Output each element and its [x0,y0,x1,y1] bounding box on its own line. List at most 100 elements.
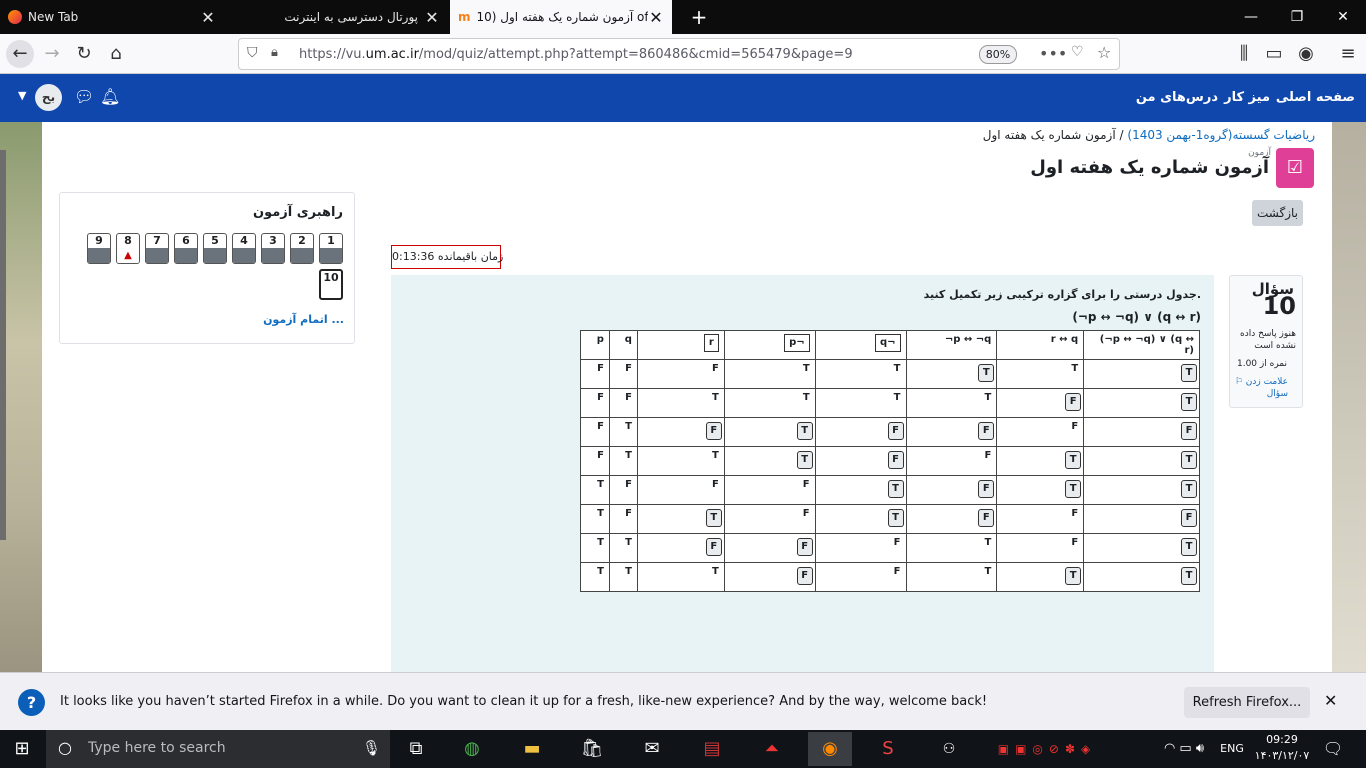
minimize-icon[interactable]: — [1228,0,1274,34]
nav-dashboard[interactable]: میز کار [1224,90,1270,105]
system-tray-icons[interactable]: ◠ ▭ 🔊︎ [1144,732,1224,766]
dropped-answer[interactable]: F [887,451,904,469]
truth-table-drop-cell[interactable]: T [1083,533,1200,563]
dropped-answer[interactable]: F [978,422,995,440]
window-close-icon[interactable]: ✕ [1320,0,1366,34]
quiz-nav-button-5[interactable]: 5 [203,233,227,264]
microphone-icon[interactable]: 🎙︎ [362,739,381,757]
truth-table-drop-cell[interactable]: F [723,533,816,563]
truth-table-drop-cell[interactable]: T [814,504,907,534]
dropped-answer[interactable]: T [1181,364,1197,382]
zoom-indicator[interactable]: 80% [979,45,1017,64]
dropped-answer[interactable]: T [1181,451,1197,469]
truth-table-drop-cell[interactable]: T [723,417,816,447]
quiz-nav-button-8[interactable]: 8 ▲ [116,233,140,264]
action-center-icon[interactable]: 🗨︎ [1318,732,1348,766]
truth-table-drop-cell[interactable]: F [905,417,998,447]
quiz-nav-button-9[interactable]: 9 [87,233,111,264]
truth-table-drop-cell[interactable]: F [996,388,1085,418]
file-explorer-icon[interactable]: ▬ [510,732,554,766]
app-s-icon[interactable]: S [866,732,910,766]
refresh-firefox-button[interactable]: Refresh Firefox... [1184,687,1310,718]
bookmark-star-icon[interactable]: ☆ [1097,43,1111,62]
quiz-nav-button-4[interactable]: 4 [232,233,256,264]
windows-start-icon[interactable]: ⊞ [0,732,44,766]
tab-portal[interactable]: پورتال دسترسی به اینترنت ✕ [226,0,448,34]
breadcrumb-course[interactable]: ریاضیات گسسته(گروه1-بهمن 1403) [1127,128,1315,142]
truth-table-drop-cell[interactable]: T [996,446,1085,476]
menu-icon[interactable]: ≡ [1334,40,1362,68]
truth-table-header-cell[interactable]: q¬ [814,330,907,360]
nav-my-courses[interactable]: درس‌های من [1136,90,1218,105]
dropped-answer[interactable]: F [1181,422,1197,440]
back-button[interactable]: بازگشت [1252,200,1303,226]
truth-table-drop-cell[interactable]: T [1083,562,1200,592]
truth-table-drop-cell[interactable]: T [1083,388,1200,418]
dropped-answer[interactable]: T [887,480,904,498]
truth-table-drop-cell[interactable]: F [814,417,907,447]
sidebar-icon[interactable]: ▭ [1260,40,1288,68]
close-icon[interactable]: ✕ [1324,691,1337,710]
dropped-answer[interactable]: T [1065,480,1082,498]
people-icon[interactable]: ⚇ [934,732,964,766]
forward-arrow-icon[interactable]: → [38,40,66,68]
dropped-answer[interactable]: F [796,567,813,585]
dropped-answer[interactable]: F [978,480,995,498]
truth-table-drop-cell[interactable]: T [1083,446,1200,476]
new-tab-icon[interactable]: + [676,0,722,34]
dropped-answer[interactable]: T [887,509,904,527]
dropped-answer[interactable]: T [1181,480,1197,498]
truth-table-drop-cell[interactable]: T [636,504,725,534]
truth-table-drop-cell[interactable]: F [1083,504,1200,534]
quiz-nav-button-3[interactable]: 3 [261,233,285,264]
firefox-taskbar-icon[interactable]: ◉ [808,732,852,766]
quiz-nav-button-2[interactable]: 2 [290,233,314,264]
truth-table-drop-cell[interactable]: T [814,475,907,505]
truth-table-drop-cell[interactable]: F [723,562,816,592]
tray-icons[interactable]: ▣▣◎⊘✽◈ [972,732,1122,766]
truth-table-header-cell[interactable]: p¬ [723,330,816,360]
language-indicator[interactable]: ENG [1216,732,1248,766]
quiz-nav-button-6[interactable]: 6 [174,233,198,264]
taskbar-search[interactable]: ○ Type here to search 🎙︎ [46,730,390,768]
dropped-answer[interactable]: T [796,451,813,469]
dropped-answer[interactable]: T [1181,393,1197,411]
dropped-answer[interactable]: T [1065,567,1082,585]
home-icon[interactable]: ⌂ [102,40,130,68]
back-arrow-icon[interactable]: ← [6,40,34,68]
task-view-icon[interactable]: ⧉ [394,732,438,766]
truth-table-drop-cell[interactable]: T [996,475,1085,505]
winrar-icon[interactable]: ▤ [690,732,734,766]
quiz-nav-button-10[interactable]: 10 [319,269,343,300]
dropped-answer[interactable]: T [796,422,813,440]
dropped-answer[interactable]: T [705,509,722,527]
dropped-answer[interactable]: F [705,422,722,440]
reload-icon[interactable]: ↻ [70,40,98,68]
notifications-icon[interactable]: 🔔︎ [100,87,120,106]
shield-icon[interactable]: ⛉ [247,45,258,61]
store-icon[interactable]: 🛍︎ [570,732,614,766]
dropped-answer[interactable]: F [1065,393,1082,411]
dropped-answer[interactable]: F [978,509,995,527]
truth-table-drop-cell[interactable]: F [1083,417,1200,447]
chrome-icon[interactable]: ◍ [450,732,494,766]
url-bar[interactable]: ⛉ 🔒︎ https://vu.um.ac.ir/mod/quiz/attemp… [238,38,1120,70]
finish-attempt-link[interactable]: اتمام آزمون ... [263,313,344,326]
truth-table-drop-cell[interactable]: T [905,359,998,389]
dropped-answer[interactable]: F [796,538,813,556]
close-icon[interactable]: ✕ [648,8,664,27]
truth-table-header-cell[interactable]: r [636,330,725,360]
truth-table-drop-cell[interactable]: T [1083,475,1200,505]
close-icon[interactable]: ✕ [200,8,216,27]
truth-table-drop-cell[interactable]: F [814,446,907,476]
nav-home[interactable]: صفحه اصلی [1276,90,1355,105]
quiz-nav-button-1[interactable]: 1 [319,233,343,264]
flag-question-link[interactable]: ⚐ علامت زدن سؤال [1226,376,1288,400]
lock-icon[interactable]: 🔒︎ [271,45,278,60]
tab-quiz[interactable]: m آزمون شماره یک هفته اول (10 of ✕ [450,0,672,34]
truth-table-drop-cell[interactable]: T [1083,359,1200,389]
messages-icon[interactable]: 💬︎ [74,87,94,106]
dropped-answer[interactable]: T [978,364,995,382]
truth-table-drop-cell[interactable]: F [905,475,998,505]
restore-icon[interactable]: ❐ [1274,0,1320,34]
